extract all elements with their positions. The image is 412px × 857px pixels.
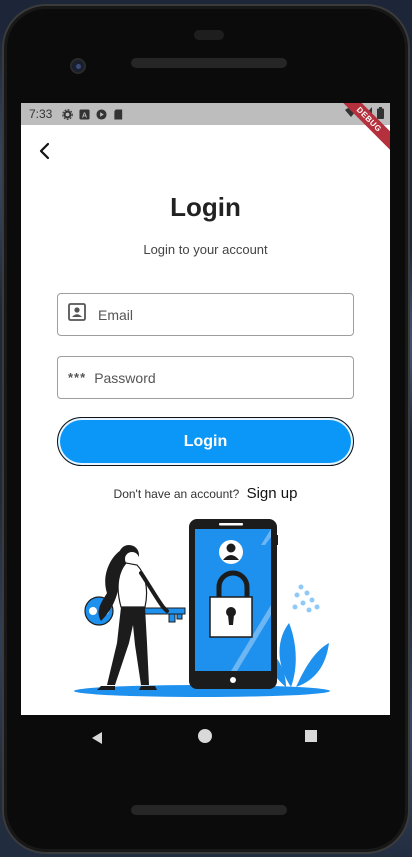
signup-prompt: Don't have an account? — [113, 487, 240, 501]
bottom-speaker — [131, 805, 287, 815]
status-bar: 7:33 A DEBUG — [21, 103, 390, 156]
settings-icon — [62, 108, 74, 120]
email-input[interactable] — [98, 306, 338, 323]
system-nav-bar — [21, 715, 390, 761]
user-id-icon — [68, 303, 86, 326]
back-button[interactable] — [33, 139, 57, 163]
password-field[interactable]: *** — [57, 356, 354, 399]
login-illustration — [74, 519, 330, 697]
earpiece-notch — [194, 30, 224, 40]
password-input[interactable] — [94, 369, 335, 386]
svg-text:A: A — [82, 110, 88, 119]
front-camera-icon — [70, 58, 86, 74]
page-title: Login — [170, 192, 241, 222]
nav-home-icon[interactable] — [198, 729, 212, 743]
back-arrow-icon — [39, 142, 50, 160]
login-button[interactable]: Login — [57, 417, 354, 466]
nav-recent-icon[interactable] — [305, 730, 317, 742]
sd-card-icon — [113, 108, 124, 120]
signup-link[interactable]: Sign up — [247, 485, 298, 502]
page-subtitle: Login to your account — [143, 242, 268, 257]
account-box-icon: A — [79, 108, 90, 120]
signup-row: Don't have an account? Sign up — [21, 485, 390, 502]
status-time: 7:33 — [29, 107, 53, 121]
nav-back-icon[interactable] — [90, 731, 104, 745]
top-speaker — [131, 58, 287, 68]
email-field[interactable] — [57, 293, 354, 336]
play-icon — [96, 108, 107, 120]
app-screen: 7:33 A DEBUG Login Login to your account… — [21, 103, 390, 715]
password-dots-icon: *** — [68, 370, 87, 385]
